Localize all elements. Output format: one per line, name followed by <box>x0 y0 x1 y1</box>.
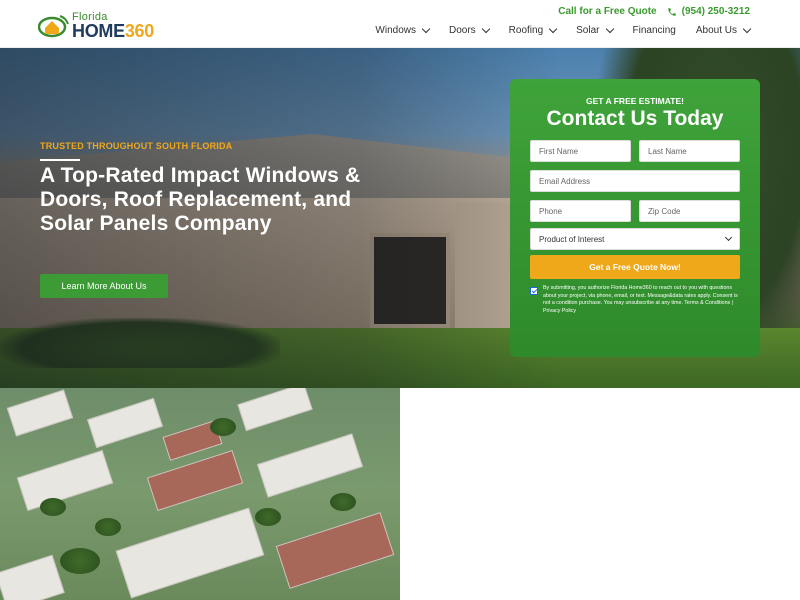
nav-doors[interactable]: Doors <box>449 24 490 36</box>
get-quote-button[interactable]: Get a Free Quote Now! <box>530 255 740 279</box>
first-name-input[interactable]: First Name <box>530 140 631 162</box>
aerial-palm <box>40 498 66 516</box>
aerial-roof <box>16 449 114 512</box>
chevron-down-icon <box>724 233 733 242</box>
form-eyebrow: GET A FREE ESTIMATE! <box>586 96 684 106</box>
aerial-roof <box>6 389 74 437</box>
brand-name-main: HOME360 <box>72 21 154 41</box>
chevron-down-icon <box>605 24 614 34</box>
chevron-down-icon <box>742 24 752 34</box>
hero-tagline: TRUSTED THROUGHOUT SOUTH FLORIDA <box>40 141 233 151</box>
consent-text: By submitting, you authorize Florida Hom… <box>543 285 738 314</box>
brand-logo[interactable]: Florida HOME360 <box>37 10 158 41</box>
phone-input[interactable]: Phone <box>530 200 631 222</box>
chevron-down-icon <box>421 24 431 34</box>
phone-number: (954) 250-3212 <box>681 6 750 17</box>
aerial-roof <box>115 507 265 599</box>
aerial-palm <box>330 493 356 511</box>
hero-headline: A Top-Rated Impact Windows & Doors, Roof… <box>40 164 361 235</box>
chevron-down-icon <box>481 24 490 34</box>
aerial-neighborhood-image <box>0 388 400 600</box>
product-select-value: Product of Interest <box>539 234 605 244</box>
site-header: Florida HOME360 Call for a Free Quote (9… <box>0 0 800 48</box>
nav-windows[interactable]: Windows <box>375 24 431 36</box>
aerial-palm <box>210 418 236 436</box>
learn-more-button[interactable]: Learn More About Us <box>40 274 168 298</box>
email-input[interactable]: Email Address <box>530 170 740 192</box>
estimate-form: GET A FREE ESTIMATE! Contact Us Today Fi… <box>510 79 760 357</box>
chevron-down-icon <box>548 24 558 34</box>
aerial-palm <box>95 518 121 536</box>
nav-roofing[interactable]: Roofing <box>509 24 558 36</box>
aerial-roof <box>87 397 163 449</box>
nav-financing[interactable]: Financing <box>633 25 676 36</box>
nav-solar[interactable]: Solar <box>576 24 614 36</box>
phone-link[interactable]: (954) 250-3212 <box>667 6 750 17</box>
aerial-roof <box>275 512 395 589</box>
last-name-input[interactable]: Last Name <box>639 140 740 162</box>
hero-divider <box>40 159 80 161</box>
product-select[interactable]: Product of Interest <box>530 228 740 250</box>
aerial-roof <box>237 388 313 432</box>
topbar: Call for a Free Quote (954) 250-3212 <box>558 6 750 17</box>
main-nav: Windows Doors Roofing Solar Financing Ab… <box>375 24 752 36</box>
aerial-palm <box>60 548 100 574</box>
free-quote-link[interactable]: Call for a Free Quote <box>558 6 656 17</box>
aerial-roof <box>0 554 65 600</box>
zip-code-input[interactable]: Zip Code <box>639 200 740 222</box>
consent-row: By submitting, you authorize Florida Hom… <box>530 285 740 315</box>
consent-checkbox[interactable] <box>530 287 538 295</box>
aerial-roof <box>257 433 363 498</box>
form-title: Contact Us Today <box>546 107 724 130</box>
house-logo-icon <box>37 15 69 38</box>
phone-icon <box>667 7 676 16</box>
hero-section: TRUSTED THROUGHOUT SOUTH FLORIDA A Top-R… <box>0 48 800 388</box>
aerial-palm <box>255 508 281 526</box>
nav-about-us[interactable]: About Us <box>696 24 752 36</box>
aerial-roof <box>146 449 244 512</box>
